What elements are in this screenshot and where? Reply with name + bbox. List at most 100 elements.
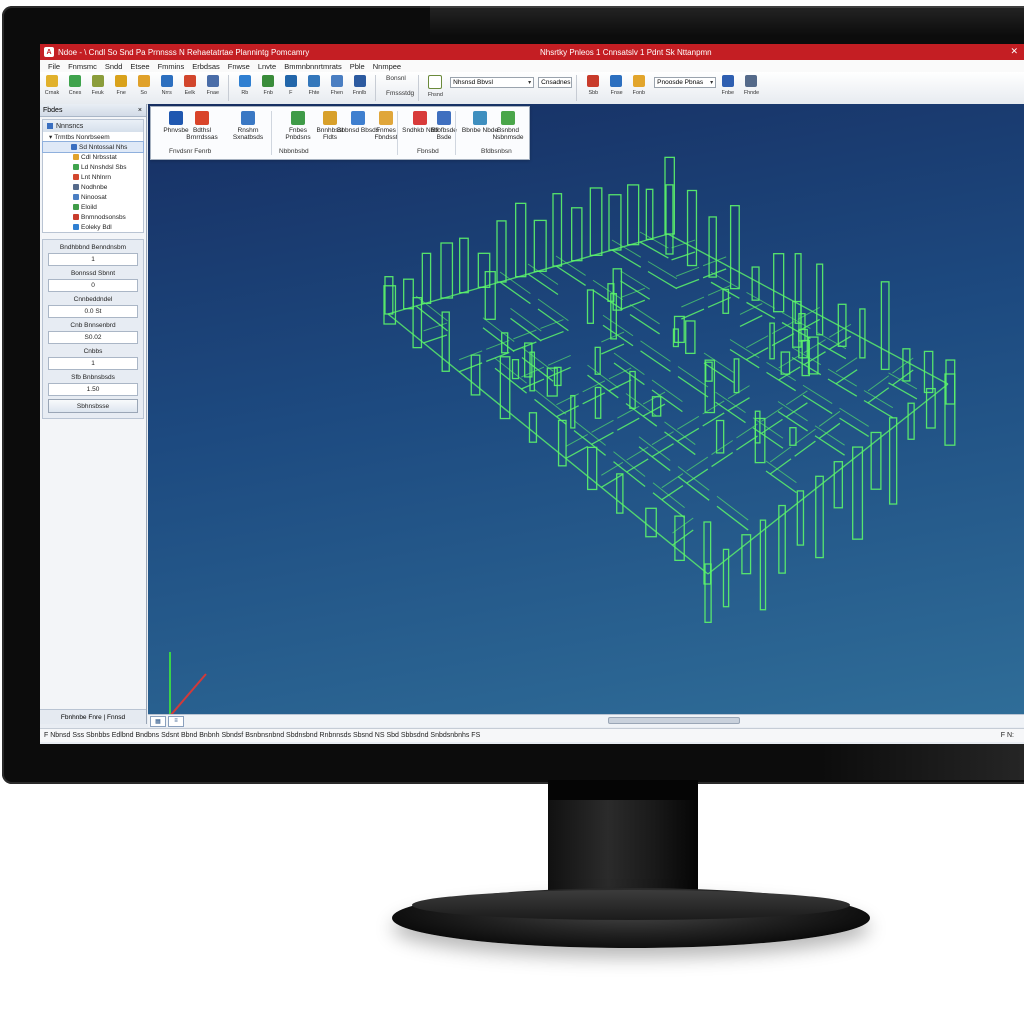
wire-panel bbox=[945, 359, 956, 405]
3d-viewport[interactable] bbox=[148, 104, 1024, 714]
wire-panel bbox=[421, 252, 432, 304]
toolbar-button[interactable]: Eelk bbox=[179, 72, 201, 102]
tree-item[interactable]: Ninoosat bbox=[43, 192, 143, 202]
menu-item[interactable]: Etsee bbox=[130, 62, 149, 71]
toolbar-button[interactable]: Fhte bbox=[303, 72, 325, 102]
viewport-tab[interactable]: ▦ bbox=[150, 715, 166, 727]
toolbar-button[interactable]: Rb bbox=[234, 72, 256, 102]
property-label: Sfb Bnbnsbsds bbox=[71, 374, 115, 381]
wire-segment bbox=[710, 281, 740, 299]
menu-item[interactable]: Erbdsas bbox=[192, 62, 220, 71]
wire-segment bbox=[540, 330, 564, 342]
ribbon-group-label: Bfdbsnbsn bbox=[481, 148, 512, 155]
wire-panel bbox=[794, 253, 802, 324]
menu-item[interactable]: Sndd bbox=[105, 62, 123, 71]
tree-item[interactable]: Cdl Nrbsstat bbox=[43, 152, 143, 162]
monitor-stand-joint bbox=[548, 780, 698, 800]
property-value-field[interactable]: 1 bbox=[48, 357, 138, 370]
toolbar-button[interactable]: F bbox=[280, 72, 302, 102]
style-combo[interactable]: Cnsadnes bbox=[538, 77, 573, 88]
apply-button[interactable]: Sbhnsbsse bbox=[48, 399, 138, 413]
wire-segment bbox=[765, 460, 797, 484]
font-combo[interactable]: Nhsnsd Bbvsl ▾ bbox=[450, 77, 535, 88]
tree-item[interactable]: Nodhnbe bbox=[43, 182, 143, 192]
tree-item-label: Ninoosat bbox=[81, 193, 107, 201]
wire-panel bbox=[570, 394, 576, 429]
ribbon-button[interactable]: Rnshrn Sxnatbsds bbox=[227, 111, 269, 145]
toolbar-button[interactable]: Fne bbox=[110, 72, 132, 102]
ribbon-button[interactable]: Bsnbnd Nsbnmsde bbox=[487, 111, 529, 145]
wireframe-model[interactable] bbox=[148, 104, 1024, 714]
table-icon bbox=[331, 75, 343, 87]
tree-item-label: Lnt Nhlnrn bbox=[81, 173, 111, 181]
toolbar-button-label: Fne bbox=[116, 90, 126, 96]
tree-header[interactable]: Nnnsncs bbox=[43, 120, 143, 132]
tree-item[interactable]: Lnt Nhlnrn bbox=[43, 172, 143, 182]
check-button[interactable]: Fhsnd bbox=[424, 72, 446, 102]
wire-segment bbox=[867, 375, 890, 392]
toolbar-button[interactable]: Fnb bbox=[257, 72, 279, 102]
wire-segment bbox=[547, 366, 571, 378]
paint-icon bbox=[195, 111, 209, 125]
wire-segment bbox=[677, 415, 700, 430]
wire-panel bbox=[816, 263, 824, 336]
horizontal-scrollbar[interactable] bbox=[608, 717, 740, 724]
wire-segment bbox=[591, 419, 614, 433]
tree-item[interactable]: Sd Nntossal Nhs bbox=[42, 141, 144, 153]
ribbon-button[interactable]: Bdthsl Brnrrdssas bbox=[181, 111, 223, 145]
toolbar-button[interactable]: So bbox=[133, 72, 155, 102]
menu-item[interactable]: Bmmnbnnrtmrats bbox=[284, 62, 342, 71]
toolbar-button[interactable]: Fnae bbox=[202, 72, 224, 102]
menu-item[interactable]: Nnmpee bbox=[373, 62, 401, 71]
toolbar-button[interactable]: Fnbe bbox=[717, 72, 739, 102]
wire-segment bbox=[601, 343, 625, 355]
tree-item[interactable]: Ld Nnshdsl Sbs bbox=[43, 162, 143, 172]
app-icon[interactable]: A bbox=[44, 47, 54, 57]
property-value-field[interactable]: S0.02 bbox=[48, 331, 138, 344]
toolbar-button[interactable]: Sbb bbox=[582, 72, 604, 102]
toolbar-button[interactable]: Fonb bbox=[628, 72, 650, 102]
close-icon[interactable]: × bbox=[138, 107, 142, 114]
wire-panel bbox=[571, 207, 583, 262]
menu-item[interactable]: Pble bbox=[350, 62, 365, 71]
property-value-field[interactable]: 1 bbox=[48, 253, 138, 266]
export-icon bbox=[473, 111, 487, 125]
property-value-field[interactable]: 1.50 bbox=[48, 383, 138, 396]
toolbar-button[interactable]: Fnse bbox=[605, 72, 627, 102]
menu-item[interactable]: File bbox=[48, 62, 60, 71]
menu-item[interactable]: Lnvte bbox=[258, 62, 276, 71]
toolbar-button[interactable]: Fhnde bbox=[740, 72, 762, 102]
wire-panel bbox=[665, 184, 674, 255]
wire-segment bbox=[766, 371, 797, 392]
wire-segment bbox=[482, 327, 515, 353]
tree-item[interactable]: Eloild bbox=[43, 202, 143, 212]
menu-item[interactable]: Fmmins bbox=[158, 62, 185, 71]
property-value-field[interactable]: 0.0 St bbox=[48, 305, 138, 318]
toolbar-button[interactable]: Crnak bbox=[41, 72, 63, 102]
menu-item[interactable]: Fnmsmc bbox=[68, 62, 97, 71]
toolbar-button[interactable]: Fnnlb bbox=[349, 72, 371, 102]
toolbar-group-bottom-label[interactable]: Fmssstdg bbox=[386, 90, 414, 97]
wire-segment bbox=[736, 423, 758, 439]
toolbar-button[interactable]: Feuk bbox=[87, 72, 109, 102]
wire-panel bbox=[589, 187, 603, 256]
toolbar-button[interactable]: Nrrs bbox=[156, 72, 178, 102]
graph-icon bbox=[351, 111, 365, 125]
close-icon[interactable]: ✕ bbox=[1010, 46, 1018, 57]
tree-node-icon bbox=[73, 164, 79, 170]
tree-root[interactable]: ▾ Trmtbs Nonrbseem bbox=[43, 132, 143, 142]
tree-item[interactable]: Eoleky Bdl bbox=[43, 222, 143, 232]
viewport-tab[interactable]: ≡ bbox=[168, 715, 184, 727]
tree-node-icon bbox=[73, 224, 79, 230]
toolbar-button[interactable]: Cnes bbox=[64, 72, 86, 102]
toolbar-group-top-label[interactable]: Bonsnl bbox=[386, 75, 414, 82]
wire-panel bbox=[645, 188, 654, 240]
toolbar-button[interactable]: Fhen bbox=[326, 72, 348, 102]
tree-item[interactable]: Bnmnodsonsbs bbox=[43, 212, 143, 222]
menu-item[interactable]: Fnwse bbox=[228, 62, 250, 71]
view-combo[interactable]: Pnoosde Pbnas ▾ bbox=[654, 77, 717, 88]
toolbar-separator bbox=[576, 75, 578, 101]
property-value-field[interactable]: 0 bbox=[48, 279, 138, 292]
screen: A Ndoe - \ Cndl So Snd Pa Prnnsss N Reha… bbox=[40, 44, 1024, 744]
toolbar-button-label: Fonb bbox=[633, 90, 646, 96]
